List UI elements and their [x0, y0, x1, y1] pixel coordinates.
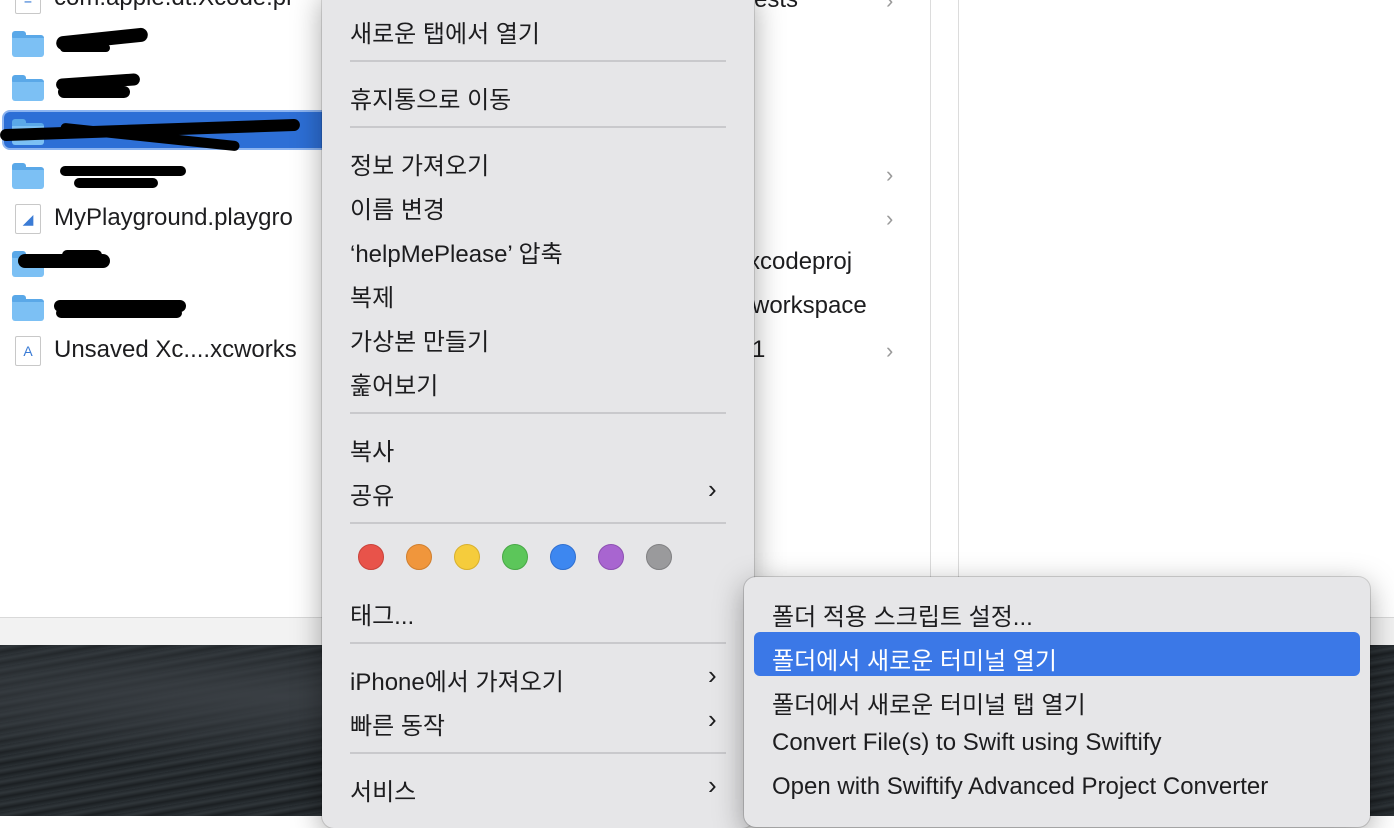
- chevron-right-icon: ›: [886, 206, 894, 231]
- redaction-scribble: [60, 166, 186, 176]
- column-divider[interactable]: [958, 0, 959, 617]
- file-row-selected[interactable]: [0, 110, 334, 154]
- menu-item-rename[interactable]: 이름 변경: [350, 190, 445, 225]
- tag-green[interactable]: [502, 544, 528, 570]
- tag-yellow[interactable]: [454, 544, 480, 570]
- file-name: MyPlayground.playgro: [54, 204, 293, 231]
- column-divider[interactable]: [930, 0, 931, 617]
- file-row[interactable]: ≡ com.apple.dt.Xcode.pl: [0, 0, 330, 22]
- file-row[interactable]: ◢ MyPlayground.playgro: [0, 198, 330, 242]
- file-name: com.apple.dt.Xcode.pl: [54, 0, 291, 12]
- menu-item-open-new-tab[interactable]: 새로운 탭에서 열기: [350, 14, 540, 49]
- column2-item[interactable]: xcodeproj: [748, 248, 852, 276]
- xcode-workspace-icon: A: [15, 336, 41, 366]
- submenu-item-open-swiftify-converter[interactable]: Open with Swiftify Advanced Project Conv…: [772, 773, 1268, 801]
- file-row[interactable]: [0, 242, 330, 286]
- folder-icon: [12, 163, 44, 189]
- tag-blue[interactable]: [550, 544, 576, 570]
- menu-separator: [350, 642, 726, 644]
- submenu-item-folder-actions-setup[interactable]: 폴더 적용 스크립트 설정...: [772, 597, 1033, 632]
- folder-icon: [12, 295, 44, 321]
- chevron-right-icon: ›: [886, 0, 894, 13]
- menu-separator: [350, 522, 726, 524]
- chevron-right-icon: ›: [886, 338, 894, 363]
- chevron-right-icon: ›: [708, 770, 717, 800]
- file-row[interactable]: [0, 66, 330, 110]
- tag-purple[interactable]: [598, 544, 624, 570]
- chevron-right-icon: ›: [886, 162, 894, 187]
- menu-item-import-from-iphone[interactable]: iPhone에서 가져오기: [350, 662, 564, 697]
- file-row[interactable]: [0, 154, 330, 198]
- chevron-right-icon: ›: [708, 660, 717, 690]
- swift-playground-icon: ◢: [15, 204, 41, 234]
- menu-separator: [350, 126, 726, 128]
- column2-item[interactable]: workspace: [752, 292, 867, 320]
- submenu-item-new-terminal-at-folder[interactable]: 폴더에서 새로운 터미널 열기: [772, 641, 1057, 676]
- file-row[interactable]: [0, 286, 330, 330]
- redaction-scribble: [62, 250, 102, 260]
- folder-icon: [12, 75, 44, 101]
- services-submenu: 폴더 적용 스크립트 설정... 폴더에서 새로운 터미널 열기 폴더에서 새로…: [744, 577, 1370, 827]
- menu-item-duplicate[interactable]: 복제: [350, 278, 394, 313]
- submenu-item-convert-to-swift[interactable]: Convert File(s) to Swift using Swiftify: [772, 729, 1161, 757]
- submenu-item-new-terminal-tab-at-folder[interactable]: 폴더에서 새로운 터미널 탭 열기: [772, 685, 1086, 720]
- menu-item-move-to-trash[interactable]: 휴지통으로 이동: [350, 80, 511, 115]
- menu-separator: [350, 60, 726, 62]
- redaction-scribble: [74, 178, 158, 188]
- redaction-scribble: [56, 308, 182, 318]
- menu-separator: [350, 752, 726, 754]
- column2-item[interactable]: ests: [754, 0, 798, 14]
- column2-item[interactable]: 1: [752, 336, 765, 364]
- menu-item-tags[interactable]: 태그...: [350, 596, 414, 631]
- file-name: Unsaved Xc....xcworks: [54, 336, 297, 363]
- tag-red[interactable]: [358, 544, 384, 570]
- menu-item-copy[interactable]: 복사: [350, 432, 394, 467]
- chevron-right-icon: ›: [708, 474, 717, 504]
- menu-separator: [350, 412, 726, 414]
- redaction-scribble: [60, 44, 110, 52]
- context-menu: 새로운 탭에서 열기 휴지통으로 이동 정보 가져오기 이름 변경 ‘helpM…: [322, 0, 754, 828]
- tag-gray[interactable]: [646, 544, 672, 570]
- menu-item-services[interactable]: 서비스: [350, 772, 416, 807]
- menu-item-share[interactable]: 공유: [350, 476, 394, 511]
- folder-icon: [12, 31, 44, 57]
- file-row[interactable]: [0, 22, 330, 66]
- tag-orange[interactable]: [406, 544, 432, 570]
- chevron-right-icon: ›: [708, 704, 717, 734]
- redaction-scribble: [58, 86, 130, 98]
- menu-item-quick-actions[interactable]: 빠른 동작: [350, 706, 445, 741]
- menu-item-quick-look[interactable]: 훑어보기: [350, 366, 438, 401]
- menu-item-make-alias[interactable]: 가상본 만들기: [350, 322, 489, 357]
- menu-item-compress[interactable]: ‘helpMePlease’ 압축: [350, 234, 563, 269]
- document-icon: ≡: [15, 0, 41, 14]
- menu-item-get-info[interactable]: 정보 가져오기: [350, 146, 489, 181]
- file-row[interactable]: A Unsaved Xc....xcworks: [0, 330, 330, 374]
